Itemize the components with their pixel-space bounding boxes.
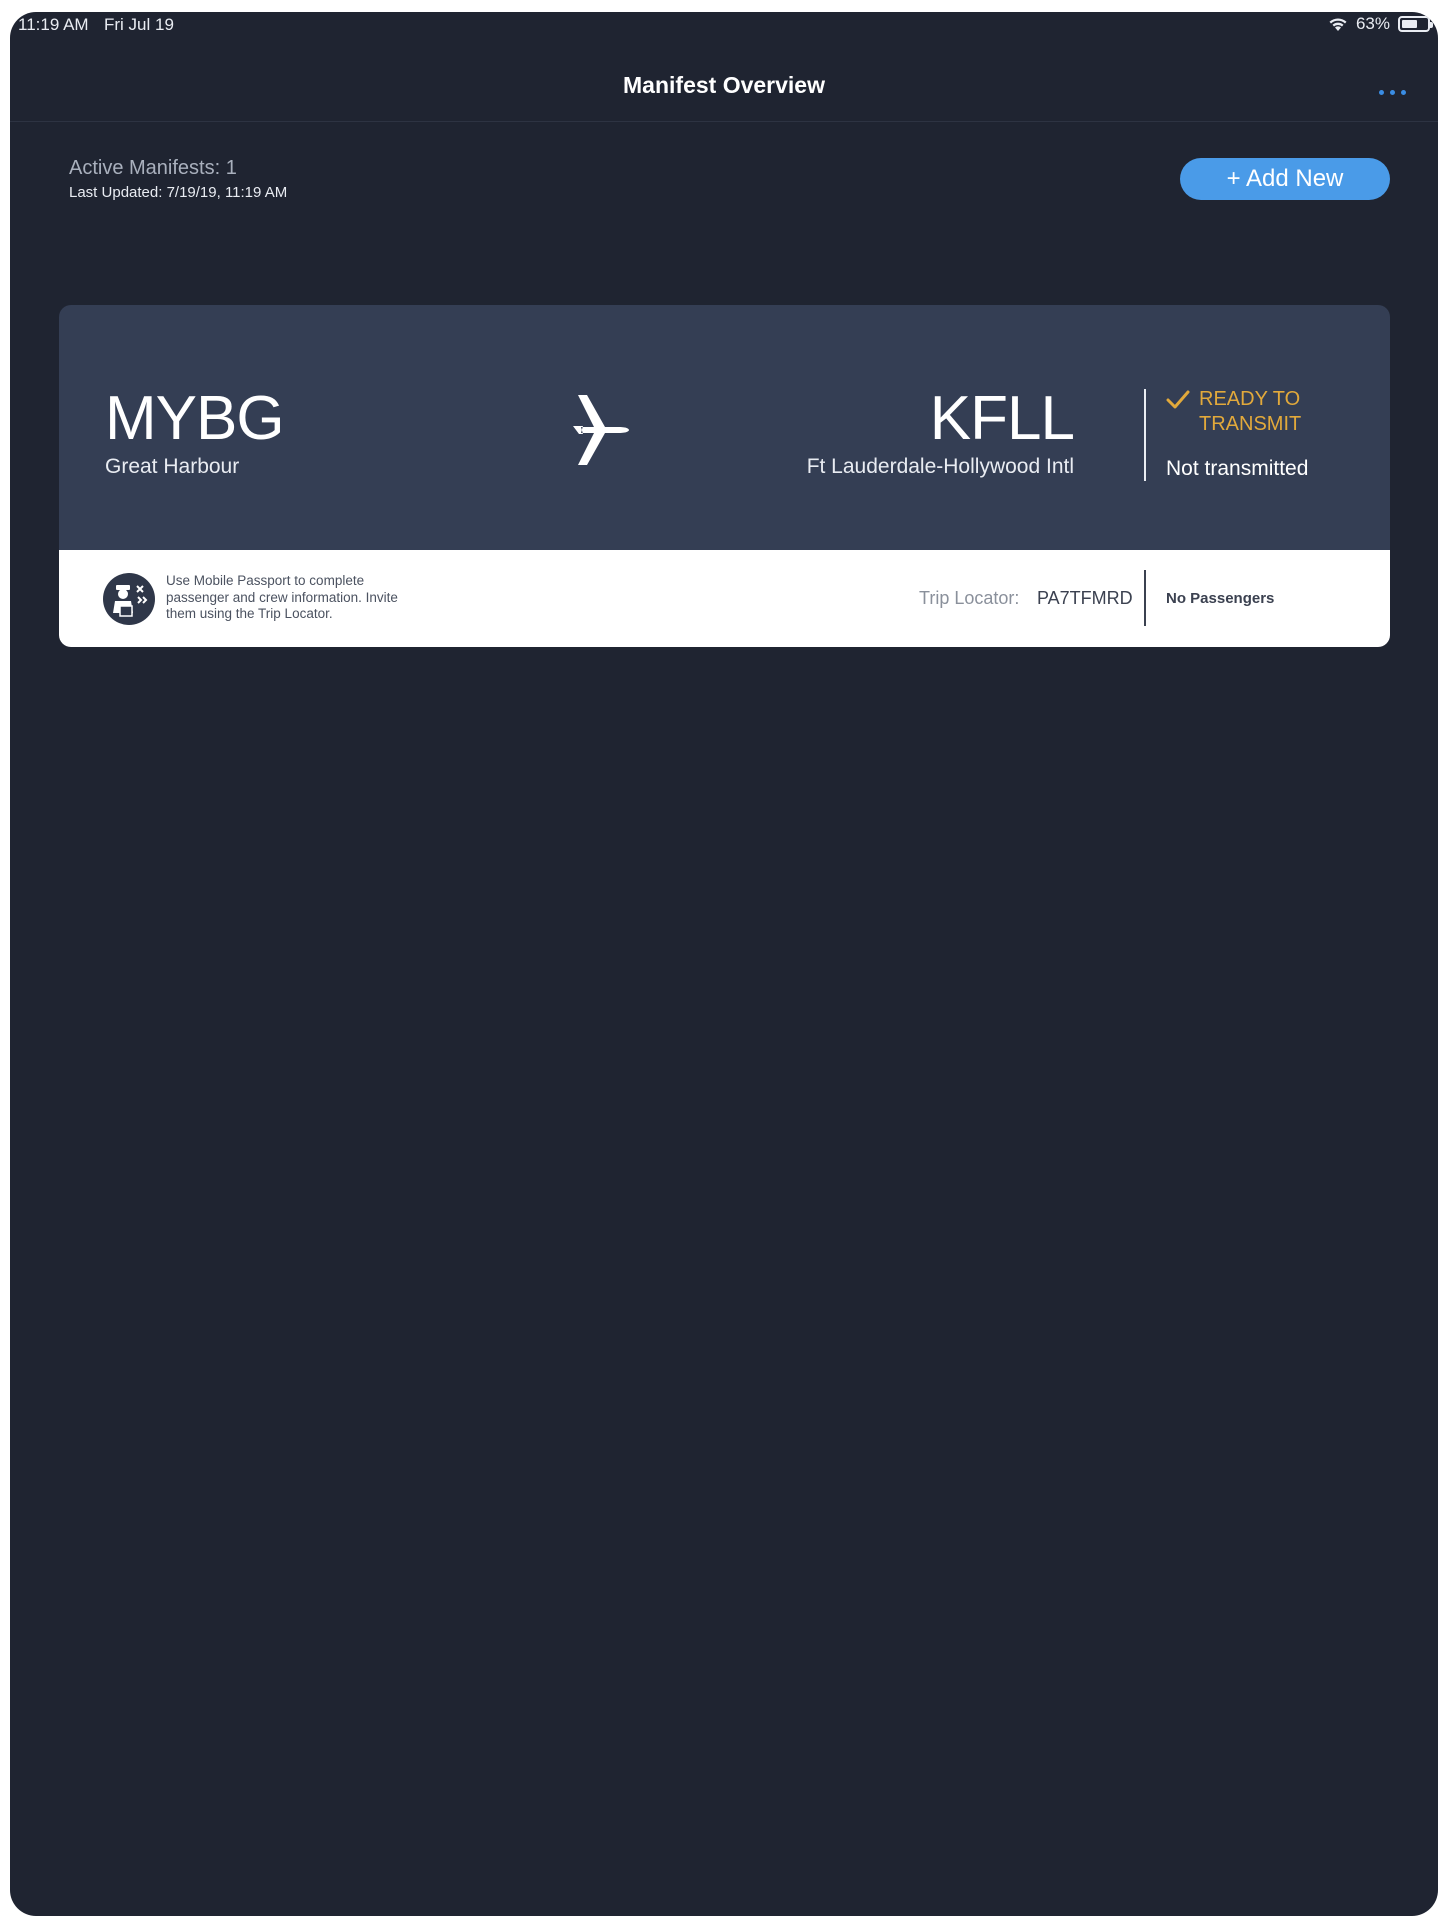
passenger-status: No Passengers [1166,590,1275,607]
battery-percent: 63% [1355,14,1390,33]
ellipsis-dot [1400,89,1406,95]
checkmark-icon [1166,390,1190,409]
more-options-button[interactable] [1372,80,1412,104]
wifi-icon [1329,18,1347,31]
manifest-route-panel: MYBG Great Harbour KFLL Ft Lauderdale-Ho… [59,305,1390,550]
destination-code: KFLL [929,384,1075,453]
transmit-status: Not transmitted [1166,457,1309,480]
status-bar: 11:19 AM Fri Jul 19 63% [10,12,1438,38]
origin-name: Great Harbour [105,455,240,478]
status-time: 11:19 AM [18,15,89,34]
passport-officer-icon [103,573,155,625]
battery-icon [1398,16,1433,32]
active-manifests-count: Active Manifests: 1 [69,157,237,179]
battery-fill [1402,20,1418,28]
origin-code: MYBG [105,384,285,453]
airplane-icon [557,395,629,465]
destination-name: Ft Lauderdale-Hollywood Intl [806,455,1074,478]
manifest-card[interactable]: MYBG Great Harbour KFLL Ft Lauderdale-Ho… [59,305,1390,647]
page-title: Manifest Overview [623,72,825,98]
status-date: Fri Jul 19 [104,15,174,34]
ellipsis-dot [1389,89,1395,95]
app-screen: 11:19 AM Fri Jul 19 63% Manifest Overvie… [10,12,1438,1916]
footer-divider [1144,570,1146,626]
mobile-passport-hint: Use Mobile Passport to complete passenge… [166,573,398,621]
ellipsis-dot [1378,89,1384,95]
manifest-summary: Active Manifests: 1 Last Updated: 7/19/1… [69,157,287,201]
status-divider [1144,389,1146,481]
ready-status-label: READY TO TRANSMIT [1199,388,1302,435]
status-indicators: 63% [1328,14,1433,34]
battery-nub [1430,22,1433,28]
navigation-bar: Manifest Overview [10,38,1438,122]
last-updated: Last Updated: 7/19/19, 11:19 AM [69,184,288,201]
trip-locator-value: PA7TFMRD [1037,588,1133,608]
manifest-footer: Use Mobile Passport to complete passenge… [59,550,1390,647]
trip-locator-label: Trip Locator: [919,588,1020,608]
add-new-button[interactable]: + Add New [1180,158,1390,200]
